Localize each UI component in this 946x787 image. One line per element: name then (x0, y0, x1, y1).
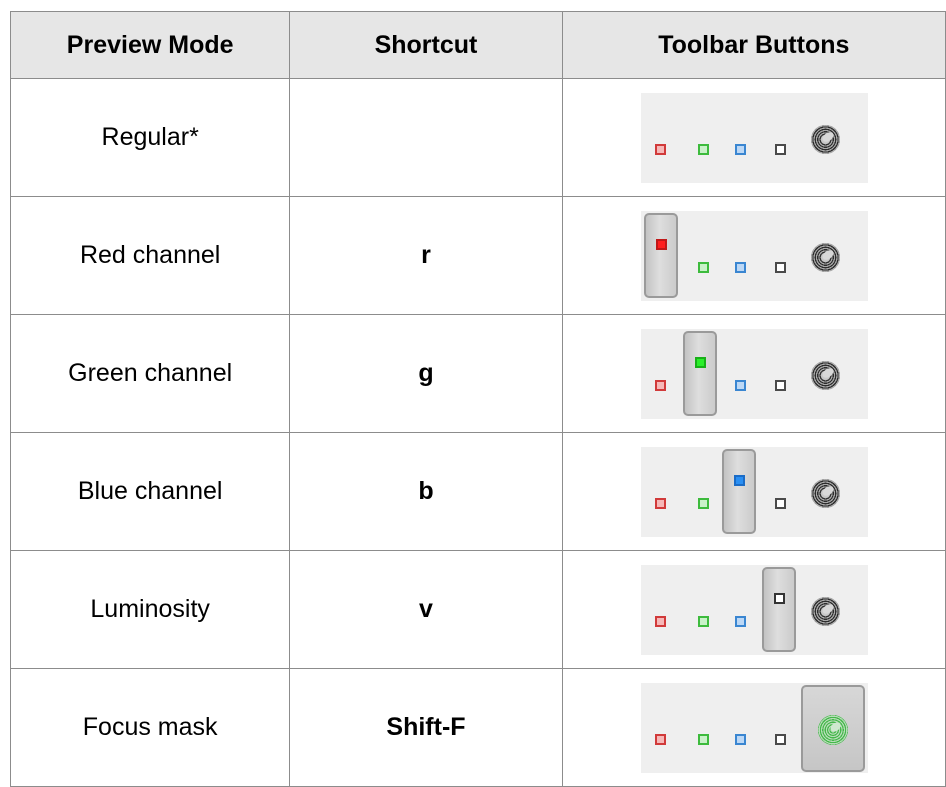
blue-channel-button-pressed[interactable] (722, 448, 757, 534)
luminosity-icon[interactable] (775, 379, 787, 391)
toolbar-cell (561, 668, 946, 787)
red-channel-icon[interactable] (655, 143, 667, 155)
toolbar-cell (561, 432, 946, 551)
toolbar-cell (561, 78, 946, 197)
luminosity-icon[interactable] (775, 261, 787, 273)
focus-mask-icon[interactable] (811, 596, 841, 626)
table-row: Luminosity v (9, 550, 946, 669)
table-row: Regular* (9, 78, 946, 197)
green-channel-icon (695, 356, 707, 368)
red-channel-icon[interactable] (655, 497, 667, 509)
mode-cell: Red channel (9, 196, 291, 315)
red-channel-icon[interactable] (655, 379, 667, 391)
green-channel-icon[interactable] (698, 497, 710, 509)
mode-cell: Regular* (9, 78, 291, 197)
red-channel-icon[interactable] (655, 615, 667, 627)
shortcut-cell: g (289, 314, 563, 433)
toolbar-cell (561, 196, 946, 315)
shortcut-cell: Shift-F (289, 668, 563, 787)
green-channel-icon[interactable] (698, 733, 710, 745)
toolbar-strip (641, 210, 869, 301)
mode-cell: Green channel (9, 314, 291, 433)
focus-mask-button-pressed[interactable] (801, 684, 866, 772)
shortcut-cell: b (289, 432, 563, 551)
focus-mask-icon[interactable] (811, 124, 841, 154)
blue-channel-icon (734, 474, 746, 486)
red-channel-button-pressed[interactable] (644, 212, 679, 298)
toolbar-strip (641, 328, 869, 419)
toolbar-strip (641, 682, 869, 773)
luminosity-icon (774, 592, 786, 604)
red-channel-icon[interactable] (655, 733, 667, 745)
toolbar-strip (641, 564, 869, 655)
green-channel-icon[interactable] (698, 143, 710, 155)
preview-modes-table: Preview Mode Shortcut Toolbar Buttons Re… (9, 11, 946, 787)
shortcut-cell (289, 78, 563, 197)
shortcut-cell: v (289, 550, 563, 669)
focus-mask-icon[interactable] (811, 360, 841, 390)
blue-channel-icon[interactable] (735, 733, 747, 745)
focus-mask-icon[interactable] (811, 478, 841, 508)
luminosity-icon[interactable] (775, 143, 787, 155)
green-channel-button-pressed[interactable] (683, 330, 718, 416)
toolbar-strip (641, 92, 869, 183)
green-channel-icon[interactable] (698, 261, 710, 273)
header-preview-mode: Preview Mode (9, 11, 291, 79)
blue-channel-icon[interactable] (735, 379, 747, 391)
toolbar-cell (561, 314, 946, 433)
header-row: Preview Mode Shortcut Toolbar Buttons (9, 11, 946, 79)
mode-cell: Focus mask (9, 668, 291, 787)
mode-cell: Blue channel (9, 432, 291, 551)
table-row: Focus mask Shift-F (9, 668, 946, 787)
toolbar-cell (561, 550, 946, 669)
header-toolbar-buttons: Toolbar Buttons (561, 11, 946, 79)
header-shortcut: Shortcut (289, 11, 563, 79)
table-row: Green channel g (9, 314, 946, 433)
blue-channel-icon[interactable] (735, 615, 747, 627)
table-row: Blue channel b (9, 432, 946, 551)
mode-cell: Luminosity (9, 550, 291, 669)
green-channel-icon[interactable] (698, 615, 710, 627)
luminosity-icon[interactable] (775, 497, 787, 509)
toolbar-strip (641, 446, 869, 537)
shortcut-cell: r (289, 196, 563, 315)
blue-channel-icon[interactable] (735, 143, 747, 155)
luminosity-button-pressed[interactable] (762, 566, 797, 652)
table-row: Red channel r (9, 196, 946, 315)
red-channel-icon (656, 238, 668, 250)
focus-mask-icon[interactable] (811, 242, 841, 272)
luminosity-icon[interactable] (775, 733, 787, 745)
focus-mask-icon (818, 714, 849, 745)
blue-channel-icon[interactable] (735, 261, 747, 273)
